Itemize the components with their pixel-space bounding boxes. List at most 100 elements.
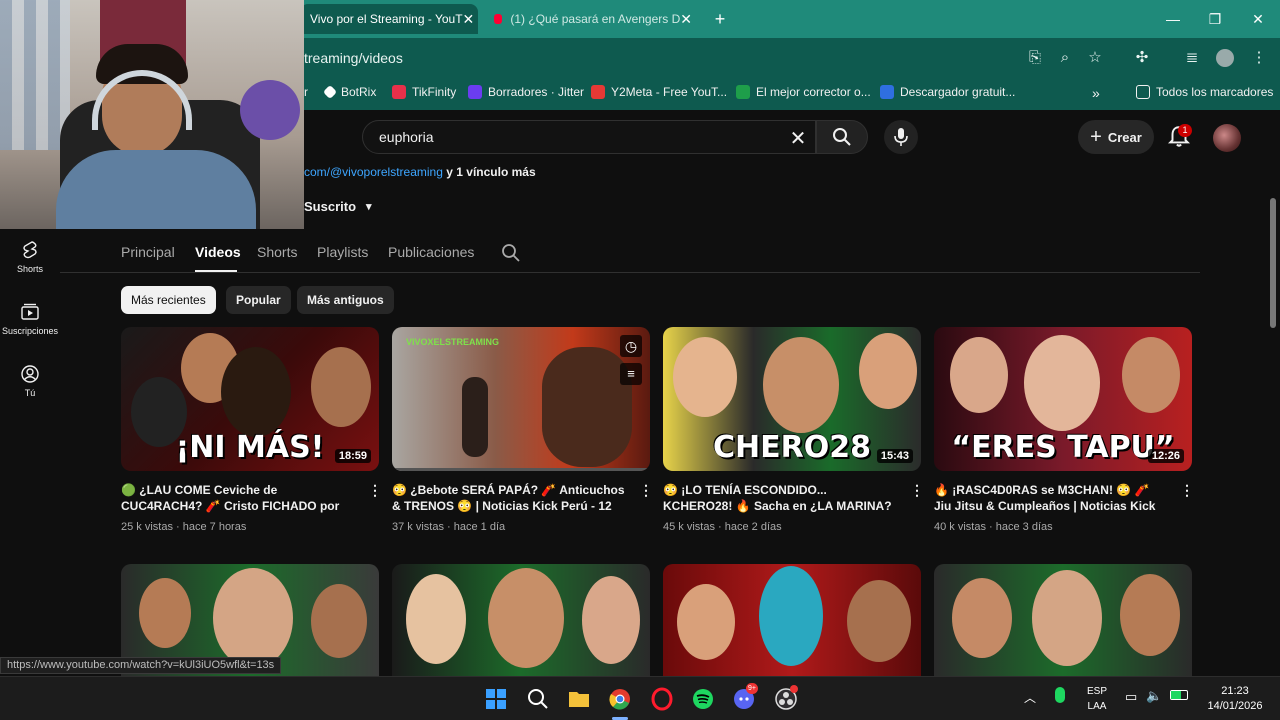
- language-indicator[interactable]: ESP LAA: [1082, 684, 1112, 714]
- thumbnail-person: [462, 377, 488, 457]
- tab-avengers[interactable]: (1) ¿Qué pasará en Avengers D ✕: [484, 4, 702, 34]
- video-thumbnail[interactable]: “ERES TAPU” 12:26: [934, 327, 1192, 471]
- more-options-icon[interactable]: ⋮: [368, 482, 382, 499]
- tab-playlists[interactable]: Playlists: [317, 244, 368, 260]
- install-app-icon[interactable]: ⎘: [1026, 49, 1044, 67]
- video-thumbnail[interactable]: [934, 564, 1192, 676]
- channel-link[interactable]: com/@vivoporelstreaming: [304, 165, 443, 179]
- all-bookmarks-folder[interactable]: Todos los marcadores: [1136, 85, 1273, 99]
- sidebar-item-subscriptions[interactable]: Suscripciones: [0, 302, 60, 336]
- bookmark-tikfinity[interactable]: TikFinity: [392, 85, 456, 99]
- search-button[interactable]: [816, 120, 868, 154]
- battery-icon[interactable]: [1170, 690, 1188, 700]
- new-tab-button[interactable]: +: [710, 8, 730, 30]
- extensions-icon[interactable]: ✣: [1133, 49, 1151, 67]
- zoom-icon[interactable]: ⌕: [1056, 49, 1074, 67]
- menu-icon[interactable]: ⋮: [1250, 49, 1268, 67]
- more-options-icon[interactable]: ⋮: [1180, 482, 1194, 499]
- thumbnail-person: [1122, 337, 1180, 413]
- close-window-icon[interactable]: ✕: [1243, 8, 1273, 30]
- thumbnail-person: [582, 576, 640, 664]
- create-button[interactable]: + Crear: [1078, 120, 1154, 154]
- tab-vivo-streaming[interactable]: Vivo por el Streaming - YouT ✕: [300, 4, 478, 34]
- search-input[interactable]: euphoria: [379, 129, 434, 145]
- clear-search-icon[interactable]: ✕: [787, 126, 809, 151]
- media-control-icon[interactable]: ≣: [1183, 49, 1201, 67]
- discord-badge: 9+: [746, 683, 758, 694]
- tab-label: Vivo por el Streaming - YouT: [310, 12, 463, 26]
- tab-publicaciones[interactable]: Publicaciones: [388, 244, 474, 260]
- bookmark-corrector[interactable]: El mejor corrector o...: [736, 85, 871, 99]
- you-icon: [21, 365, 39, 383]
- bookmark-star-icon[interactable]: ☆: [1086, 49, 1104, 67]
- thumbnail-person: [139, 578, 191, 648]
- sidebar-label: Tú: [24, 388, 36, 398]
- minimize-icon[interactable]: —: [1158, 8, 1188, 30]
- tab-shorts[interactable]: Shorts: [257, 244, 297, 260]
- url-field[interactable]: treaming/videos: [304, 50, 403, 66]
- video-title[interactable]: 🔥 ¡RASC4D0RAS se M3CHAN! 😳 🧨 Jiu Jitsu &…: [934, 482, 1170, 514]
- tab-videos[interactable]: Videos: [195, 244, 241, 260]
- user-avatar[interactable]: [1213, 124, 1241, 152]
- sidebar-item-you[interactable]: Tú: [0, 364, 60, 398]
- video-thumbnail[interactable]: [663, 564, 921, 676]
- thumbnail-person: [1032, 570, 1102, 666]
- profile-icon[interactable]: [1216, 49, 1234, 67]
- thumbnail-person: [311, 347, 371, 427]
- youtube-icon: [494, 14, 503, 24]
- chip-mas-antiguos[interactable]: Más antiguos: [297, 286, 394, 314]
- video-title[interactable]: 🟢 ¿LAU COME Ceviche de CUC4RACH4? 🧨 Cris…: [121, 482, 357, 514]
- bookmark-descargador[interactable]: Descargador gratuit...: [880, 85, 1015, 99]
- close-icon[interactable]: ✕: [463, 11, 475, 28]
- close-icon[interactable]: ✕: [680, 11, 692, 28]
- more-options-icon[interactable]: ⋮: [639, 482, 653, 499]
- clock[interactable]: 21:23 14/01/2026: [1200, 684, 1270, 714]
- sidebar-item-shorts[interactable]: Shorts: [0, 240, 60, 274]
- chip-mas-recientes[interactable]: Más recientes: [121, 286, 216, 314]
- video-meta: 40 k vistas · hace 3 días: [934, 521, 1053, 533]
- bookmark-y2meta[interactable]: Y2Meta - Free YouT...: [591, 85, 727, 99]
- microphone-tray-icon[interactable]: [1055, 687, 1065, 703]
- more-bookmarks-icon[interactable]: »: [1092, 85, 1100, 101]
- more-links[interactable]: y 1 vínculo más: [446, 165, 535, 179]
- thumbnail-person: [763, 337, 839, 433]
- spotify-icon[interactable]: [691, 687, 715, 711]
- video-thumbnail[interactable]: CHERO28 15:43: [663, 327, 921, 471]
- bookmark-jitter[interactable]: Borradores · Jitter: [468, 85, 584, 99]
- thumbnail-person: [1120, 574, 1180, 656]
- restore-icon[interactable]: ❐: [1200, 8, 1230, 30]
- search-icon[interactable]: [526, 687, 550, 711]
- tray-chevron-icon[interactable]: ︿: [1024, 689, 1036, 706]
- watch-later-icon[interactable]: ◷: [620, 335, 642, 357]
- create-label: Crear: [1107, 129, 1142, 145]
- search-box[interactable]: euphoria ✕: [362, 120, 816, 154]
- more-options-icon[interactable]: ⋮: [910, 482, 924, 499]
- search-icon: [833, 128, 851, 146]
- scrollbar-thumb[interactable]: [1270, 198, 1276, 328]
- video-thumbnail[interactable]: VIVOXELSTREAMING ◷ ≡: [392, 327, 650, 471]
- y2meta-icon: [591, 85, 605, 99]
- chip-popular[interactable]: Popular: [226, 286, 291, 314]
- thumbnail-person: [1024, 335, 1100, 431]
- voice-search-button[interactable]: [884, 120, 918, 154]
- bookmark-botrix[interactable]: BotRix: [322, 84, 376, 100]
- add-to-queue-icon[interactable]: ≡: [620, 363, 642, 385]
- video-thumbnail[interactable]: ¡NI MÁS! 18:59: [121, 327, 379, 471]
- subscribed-button[interactable]: Suscrito ▾: [304, 199, 372, 214]
- file-explorer-icon[interactable]: [567, 687, 591, 711]
- opera-icon[interactable]: [650, 687, 674, 711]
- video-title[interactable]: 😳 ¡LO TENÍA ESCONDIDO... KCHERO28! 🔥 Sac…: [663, 482, 899, 514]
- windows-start-icon[interactable]: [484, 687, 508, 711]
- thumbnail-person: [406, 574, 466, 664]
- thumbnail-person: [542, 347, 632, 467]
- subscribed-label: Suscrito: [304, 199, 357, 214]
- channel-search-icon[interactable]: [501, 243, 521, 263]
- tab-principal[interactable]: Principal: [121, 244, 175, 260]
- clock-time: 21:23: [1221, 685, 1249, 697]
- chrome-icon[interactable]: [608, 687, 632, 711]
- volume-icon[interactable]: 🔈: [1146, 688, 1162, 704]
- display-icon[interactable]: ▭: [1125, 689, 1137, 705]
- video-title[interactable]: 😳 ¿Bebote SERÁ PAPÁ? 🧨 Anticuchos & TREN…: [392, 482, 628, 514]
- bookmark-item[interactable]: r: [304, 85, 308, 99]
- video-thumbnail[interactable]: [392, 564, 650, 676]
